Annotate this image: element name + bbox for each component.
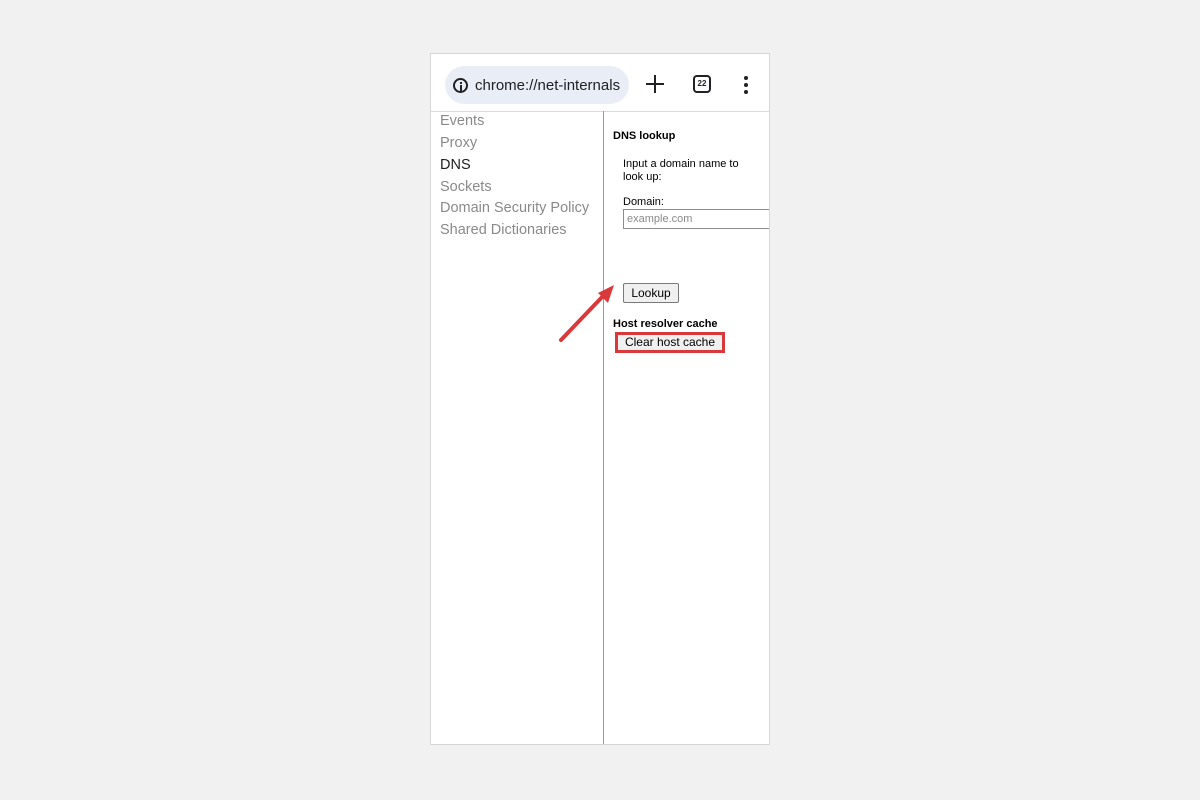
lookup-instructions-line2: look up: xyxy=(623,171,662,183)
sidebar-item-sockets[interactable]: Sockets xyxy=(440,179,492,195)
new-tab-icon[interactable] xyxy=(645,74,665,94)
sidebar-item-events[interactable]: Events xyxy=(440,113,484,129)
url-text[interactable]: chrome://net-internals xyxy=(475,77,620,94)
info-icon[interactable] xyxy=(453,77,468,93)
browser-toolbar: chrome://net-internals 22 xyxy=(431,54,769,112)
host-resolver-cache-title: Host resolver cache xyxy=(613,318,718,330)
address-bar[interactable]: chrome://net-internals xyxy=(445,66,629,104)
lookup-button[interactable]: Lookup xyxy=(623,283,679,303)
sidebar-item-proxy[interactable]: Proxy xyxy=(440,135,477,151)
clear-host-cache-button[interactable]: Clear host cache xyxy=(617,333,723,352)
domain-input[interactable]: example.com xyxy=(623,209,769,229)
lookup-instructions-line1: Input a domain name to xyxy=(623,158,739,170)
tab-switcher-icon[interactable]: 22 xyxy=(693,75,711,93)
more-menu-icon[interactable] xyxy=(744,76,748,94)
net-internals-sidebar: Events Proxy DNS Sockets Domain Security… xyxy=(431,111,604,744)
sidebar-item-domain-security-policy[interactable]: Domain Security Policy xyxy=(440,200,589,216)
dns-lookup-title: DNS lookup xyxy=(613,130,676,142)
sidebar-item-shared-dictionaries[interactable]: Shared Dictionaries xyxy=(440,222,567,238)
dns-panel: DNS lookup Input a domain name to look u… xyxy=(604,111,769,744)
browser-window: chrome://net-internals 22 Events Proxy D… xyxy=(430,53,770,745)
sidebar-item-dns[interactable]: DNS xyxy=(440,157,471,173)
domain-label: Domain: xyxy=(623,196,664,208)
